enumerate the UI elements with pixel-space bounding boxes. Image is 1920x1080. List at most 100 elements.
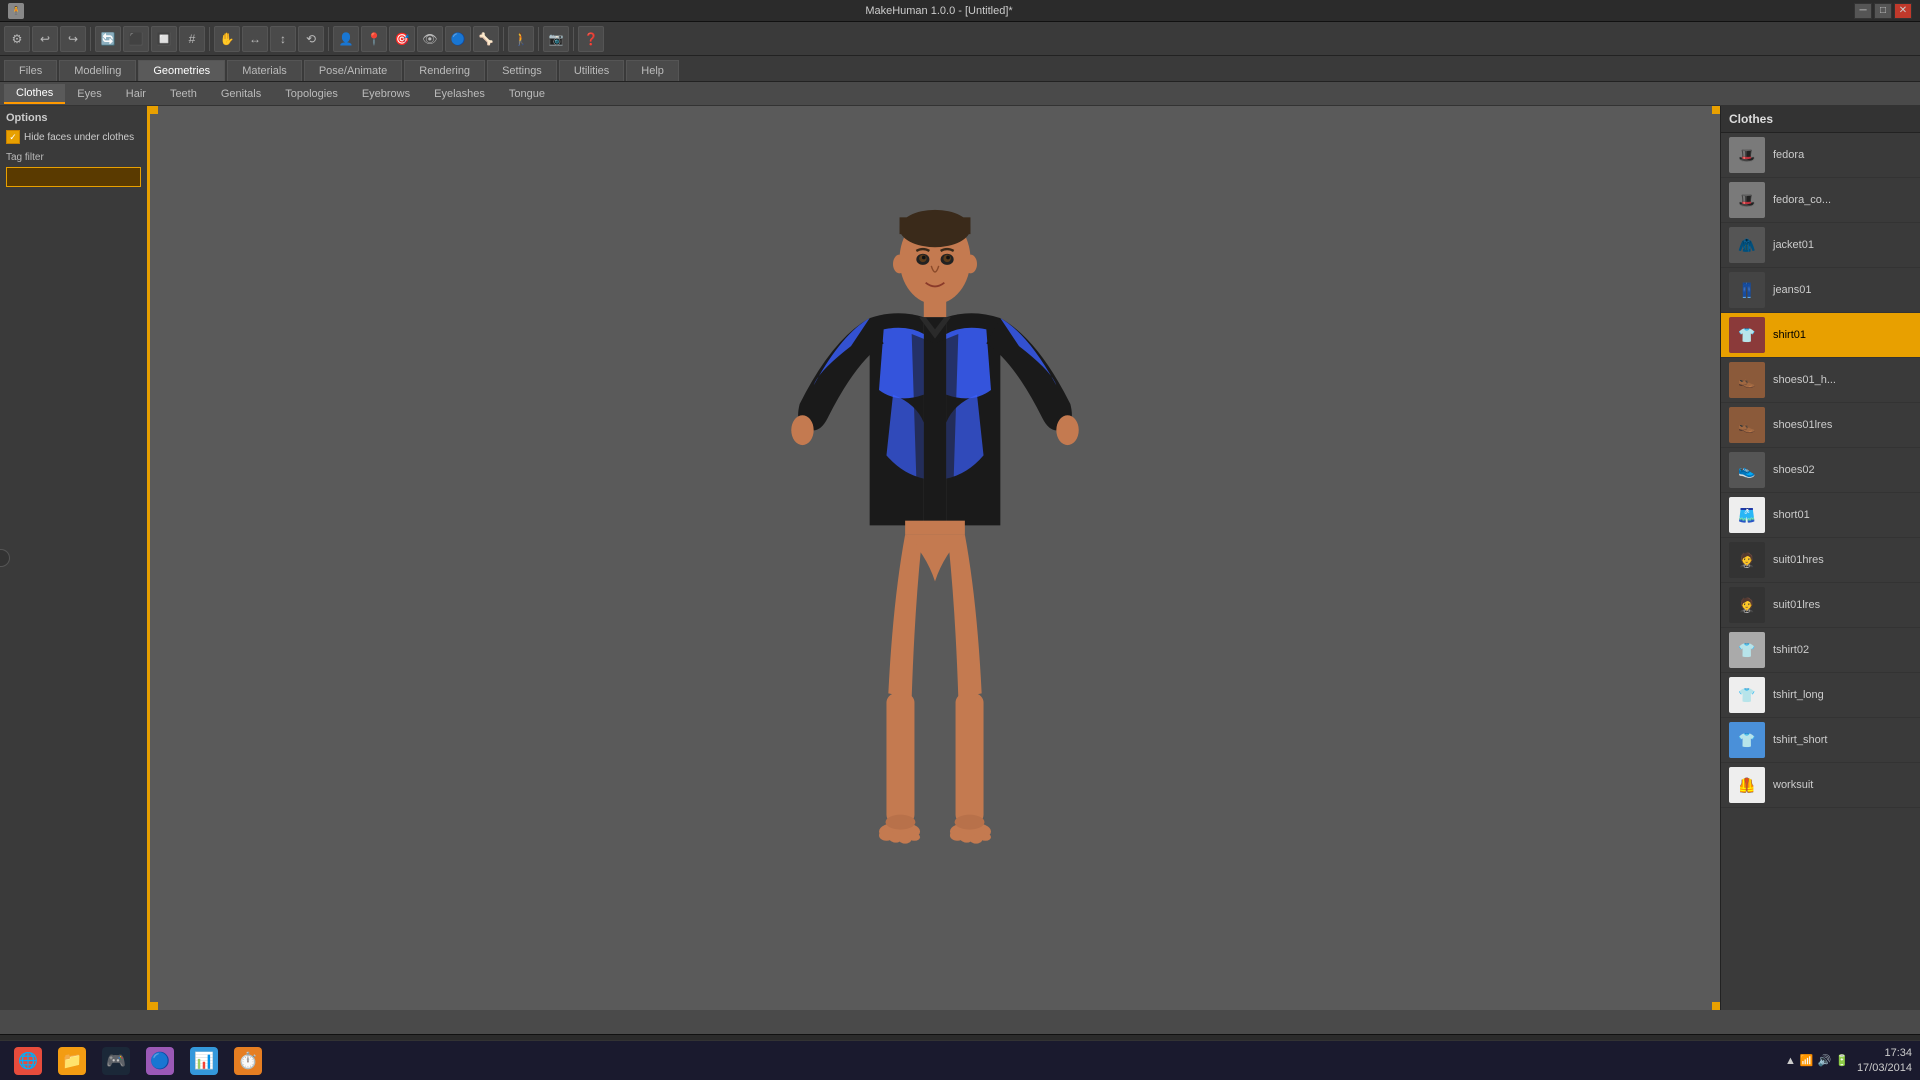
subtab-eyelashes[interactable]: Eyelashes xyxy=(422,85,497,103)
clothes-item-name-14: worksuit xyxy=(1773,779,1912,791)
clothes-thumb-14: 🦺 xyxy=(1729,767,1765,803)
toolbar-btn-9[interactable]: ↔ xyxy=(242,26,268,52)
toolbar-btn-14[interactable]: 🎯 xyxy=(389,26,415,52)
clothes-item-7[interactable]: 👟shoes02 xyxy=(1721,448,1920,493)
shirt-layer xyxy=(870,313,1001,525)
toolbar-btn-4[interactable]: 🔄 xyxy=(95,26,121,52)
toolbar-btn-20[interactable]: ❓ xyxy=(578,26,604,52)
subtab-hair[interactable]: Hair xyxy=(114,85,158,103)
toolbar-btn-13[interactable]: 📍 xyxy=(361,26,387,52)
clothes-item-13[interactable]: 👕tshirt_short xyxy=(1721,718,1920,763)
clothes-item-10[interactable]: 🤵suit01lres xyxy=(1721,583,1920,628)
clothes-item-5[interactable]: 👞 shoes01_h... xyxy=(1721,358,1920,403)
clothes-item-3[interactable]: 👖 jeans01 xyxy=(1721,268,1920,313)
subtab-topologies[interactable]: Topologies xyxy=(273,85,350,103)
hide-faces-option[interactable]: Hide faces under clothes xyxy=(6,130,141,144)
toolbar-btn-10[interactable]: ↕ xyxy=(270,26,296,52)
tray-arrow[interactable]: ▲ xyxy=(1785,1055,1796,1067)
toolbar-btn-17[interactable]: 🦴 xyxy=(473,26,499,52)
clothes-item-0[interactable]: 🎩fedora xyxy=(1721,133,1920,178)
viewport[interactable] xyxy=(150,106,1720,1010)
taskbar-time: 17:34 17/03/2014 xyxy=(1857,1046,1912,1075)
clothes-item-name-3: jeans01 xyxy=(1773,284,1912,296)
clothes-item-name-7: shoes02 xyxy=(1773,464,1912,476)
toolbar-btn-7[interactable]: # xyxy=(179,26,205,52)
toolbar-btn-16[interactable]: 🔵 xyxy=(445,26,471,52)
taskbar-app-app6[interactable]: ⏱️ xyxy=(228,1044,268,1078)
tray-battery: 🔋 xyxy=(1835,1054,1849,1067)
clothes-item-12[interactable]: 👕tshirt_long xyxy=(1721,673,1920,718)
tab-utilities[interactable]: Utilities xyxy=(559,60,624,81)
tag-filter-label: Tag filter xyxy=(6,152,141,163)
human-figure xyxy=(735,208,1135,908)
clothes-item-9[interactable]: 🤵 suit01hres xyxy=(1721,538,1920,583)
figure-container xyxy=(735,208,1135,908)
toolbar-btn-8[interactable]: ✋ xyxy=(214,26,240,52)
tab-materials[interactable]: Materials xyxy=(227,60,302,81)
subtab-teeth[interactable]: Teeth xyxy=(158,85,209,103)
taskbar-apps: 🌐 📁🎮 🔵 📊⏱️ xyxy=(8,1044,268,1078)
toolbar-btn-3[interactable]: ↪ xyxy=(60,26,86,52)
toolbar-btn-5[interactable]: ⬛ xyxy=(123,26,149,52)
clothes-item-1[interactable]: 🎩fedora_co... xyxy=(1721,178,1920,223)
clothes-thumb-5: 👞 xyxy=(1729,362,1765,398)
toolbar-btn-6[interactable]: 🔲 xyxy=(151,26,177,52)
clothes-item-11[interactable]: 👕tshirt02 xyxy=(1721,628,1920,673)
clothes-list: 🎩fedora🎩fedora_co...🧥jacket01 👖 jeans01 👕sh… xyxy=(1721,133,1920,808)
clothes-item-8[interactable]: 🩳short01 xyxy=(1721,493,1920,538)
tray-volume[interactable]: 🔊 xyxy=(1818,1054,1832,1067)
tab-rendering[interactable]: Rendering xyxy=(404,60,485,81)
subtab-tongue[interactable]: Tongue xyxy=(497,85,557,103)
clothes-thumb-9: 🤵 xyxy=(1729,542,1765,578)
clothes-thumb-2: 🧥 xyxy=(1729,227,1765,263)
toolbar-btn-18[interactable]: 🚶 xyxy=(508,26,534,52)
toolbar-btn-12[interactable]: 👤 xyxy=(333,26,359,52)
tab-files[interactable]: Files xyxy=(4,60,57,81)
tab-geometries[interactable]: Geometries xyxy=(138,60,225,81)
taskbar-app-steam[interactable]: 🎮 xyxy=(96,1044,136,1078)
taskbar-app-app5[interactable]: 📊 xyxy=(184,1044,224,1078)
subtab-genitals[interactable]: Genitals xyxy=(209,85,273,103)
clothes-item-name-0: fedora xyxy=(1773,149,1912,161)
tab-pose-animate[interactable]: Pose/Animate xyxy=(304,60,402,81)
corner-bl xyxy=(150,1002,158,1010)
window-controls: ─ □ ✕ xyxy=(1854,3,1912,19)
toolbar-btn-19[interactable]: 📷 xyxy=(543,26,569,52)
clothes-item-name-1: fedora_co... xyxy=(1773,194,1912,206)
clothes-item-name-5: shoes01_h... xyxy=(1773,374,1912,386)
taskbar-app-icon-chrome: 🌐 xyxy=(14,1047,42,1075)
taskbar-app-chrome[interactable]: 🌐 xyxy=(8,1044,48,1078)
clothes-item-name-9: suit01hres xyxy=(1773,554,1912,566)
subtab-eyes[interactable]: Eyes xyxy=(65,85,113,103)
tag-filter-input[interactable] xyxy=(6,167,141,187)
toolbar-btn-1[interactable]: ⚙ xyxy=(4,26,30,52)
clothes-item-name-4: shirt01 xyxy=(1773,329,1912,341)
close-button[interactable]: ✕ xyxy=(1894,3,1912,19)
corner-tl xyxy=(150,106,158,114)
tab-settings[interactable]: Settings xyxy=(487,60,557,81)
toolbar-btn-11[interactable]: ⟲ xyxy=(298,26,324,52)
maximize-button[interactable]: □ xyxy=(1874,3,1892,19)
hide-faces-checkbox[interactable] xyxy=(6,130,20,144)
toolbar-btn-2[interactable]: ↩ xyxy=(32,26,58,52)
tab-help[interactable]: Help xyxy=(626,60,679,81)
clothes-thumb-3: 👖 xyxy=(1729,272,1765,308)
clothes-item-4[interactable]: 👕shirt01 xyxy=(1721,313,1920,358)
subtab-eyebrows[interactable]: Eyebrows xyxy=(350,85,422,103)
separator-6 xyxy=(573,27,574,51)
subtab-clothes[interactable]: Clothes xyxy=(4,84,65,104)
clothes-item-name-11: tshirt02 xyxy=(1773,644,1912,656)
app-icon: 🧍 xyxy=(8,3,24,19)
taskbar-app-icon-app4: 🔵 xyxy=(146,1047,174,1075)
clothes-item-2[interactable]: 🧥jacket01 xyxy=(1721,223,1920,268)
toolbar: ⚙ ↩ ↪ 🔄 ⬛ 🔲 # ✋ ↔ ↕ ⟲ 👤 📍 🎯 👁 🔵 🦴 🚶 📷 ❓ xyxy=(0,22,1920,56)
clothes-item-6[interactable]: 👞shoes01lres xyxy=(1721,403,1920,448)
minimize-button[interactable]: ─ xyxy=(1854,3,1872,19)
toolbar-btn-15[interactable]: 👁 xyxy=(417,26,443,52)
tab-modelling[interactable]: Modelling xyxy=(59,60,136,81)
clothes-item-14[interactable]: 🦺 worksuit xyxy=(1721,763,1920,808)
taskbar-app-files[interactable]: 📁 xyxy=(52,1044,92,1078)
title-bar: 🧍 MakeHuman 1.0.0 - [Untitled]* ─ □ ✕ xyxy=(0,0,1920,22)
right-panel-title: Clothes xyxy=(1721,106,1920,133)
taskbar-app-app4[interactable]: 🔵 xyxy=(140,1044,180,1078)
